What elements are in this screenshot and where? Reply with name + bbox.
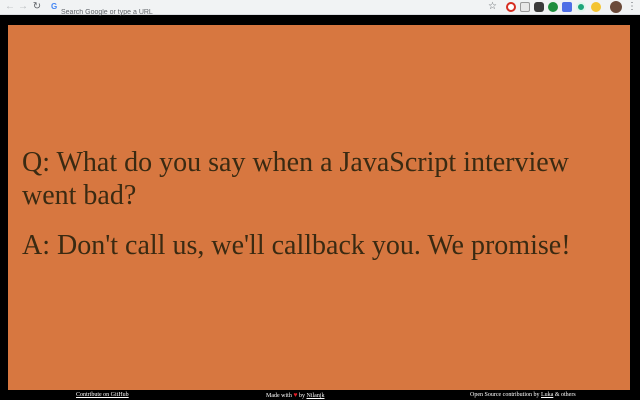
heart-icon: ♥	[293, 391, 298, 399]
made-with-by-text: by	[298, 393, 305, 399]
footer-open-source: Open Source contribution by Luka & other…	[470, 390, 576, 400]
contributor-link[interactable]: Luka	[541, 392, 553, 398]
forward-arrow-icon[interactable]: →	[17, 1, 29, 13]
footer-made-with: Made with ♥ by Nilanjk	[266, 390, 324, 400]
blue-square-extension-icon[interactable]	[562, 2, 572, 12]
page-footer: Contribute on GitHub Made with ♥ by Nila…	[0, 390, 640, 400]
grammarly-extension-icon[interactable]	[576, 2, 586, 12]
browser-toolbar: ← → ↻ G ☆ ⋮	[0, 0, 640, 19]
address-input[interactable]	[61, 6, 461, 19]
open-source-text: Open Source contribution by	[470, 392, 540, 398]
cat-extension-icon[interactable]	[534, 2, 544, 12]
profile-avatar[interactable]	[610, 1, 622, 13]
clipboard-extension-icon[interactable]	[520, 2, 530, 12]
reload-icon[interactable]: ↻	[31, 1, 43, 13]
joke-question: Q: What do you say when a JavaScript int…	[22, 147, 569, 211]
green-pin-extension-icon[interactable]	[548, 2, 558, 12]
google-icon: G	[51, 2, 58, 11]
opera-extension-icon[interactable]	[506, 2, 516, 12]
footer-contribute: Contribute on GitHub	[76, 390, 129, 400]
joke-card: Q: What do you say when a JavaScript int…	[8, 25, 630, 390]
author-link[interactable]: Nilanjk	[306, 393, 324, 399]
bookmark-star-icon[interactable]: ☆	[488, 1, 497, 13]
emoji-extension-icon[interactable]	[591, 2, 601, 12]
address-bar[interactable]: G	[47, 1, 499, 19]
back-arrow-icon[interactable]: ←	[4, 1, 16, 13]
browser-menu-icon[interactable]: ⋮	[627, 1, 637, 13]
joke-answer: A: Don't call us, we'll callback you. We…	[22, 230, 571, 261]
made-with-text: Made with	[266, 393, 292, 399]
contribute-github-link[interactable]: Contribute on GitHub	[76, 392, 129, 398]
open-source-suffix: & others	[554, 392, 576, 398]
